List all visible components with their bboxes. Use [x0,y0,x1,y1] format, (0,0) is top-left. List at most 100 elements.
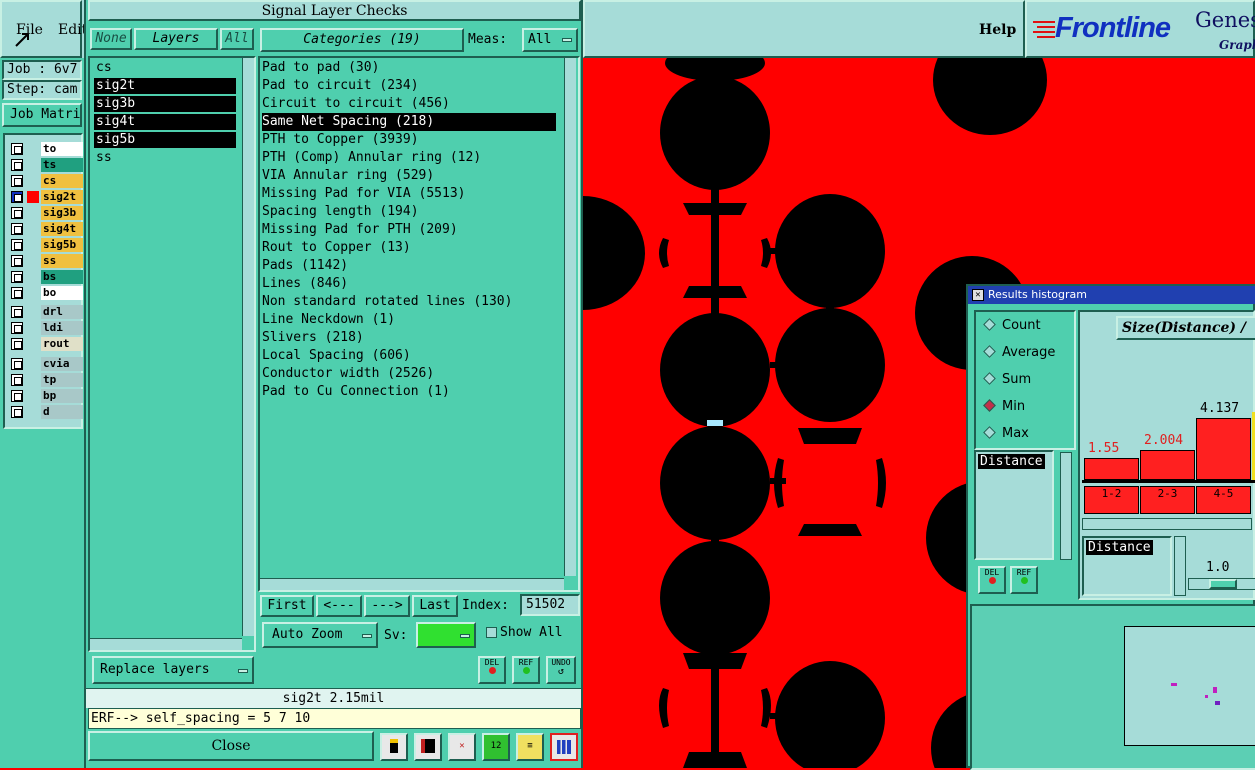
layer-row-bo[interactable]: bo [7,286,83,300]
layer-visibility-checkbox[interactable] [11,143,23,155]
index-input[interactable]: 51502 [520,594,580,616]
layer-row-ts[interactable]: ts [7,158,83,172]
layer-list-item[interactable]: cs [94,60,236,76]
layer-visibility-checkbox[interactable] [11,358,23,370]
category-item[interactable]: Rout to Copper (13) [262,239,411,257]
none-button[interactable]: None [90,28,132,50]
first-button[interactable]: First [260,595,314,617]
prev-button[interactable]: <--- [316,595,362,617]
auto-zoom-dropdown[interactable]: Auto Zoom [262,622,378,648]
mode-radio-average[interactable]: Average [982,345,1055,361]
meas-dropdown[interactable]: All [522,28,578,52]
category-item[interactable]: Conductor width (2526) [262,365,434,383]
category-item[interactable]: Missing Pad for PTH (209) [262,221,458,239]
distance-list[interactable]: Distance [974,450,1054,560]
layer-visibility-checkbox[interactable] [11,159,23,171]
categories-vscroll[interactable] [564,58,576,576]
histogram-bar[interactable] [1196,418,1251,480]
category-item[interactable]: Same Net Spacing (218) [262,113,556,131]
layer-visibility-checkbox[interactable] [11,338,23,350]
window-menu-icon[interactable]: ✕ [972,289,984,301]
histogram-hscroll[interactable] [1082,518,1252,530]
error-marker[interactable] [707,420,723,426]
category-item[interactable]: Pad to pad (30) [262,59,379,77]
category-item[interactable]: Non standard rotated lines (130) [262,293,512,311]
category-item[interactable]: Line Neckdown (1) [262,311,395,329]
bin-slider-thumb[interactable] [1209,579,1237,589]
category-item[interactable]: Pad to circuit (234) [262,77,419,95]
layer-list-item[interactable]: sig3b [94,96,236,112]
layer-row-rout[interactable]: rout [7,337,83,351]
category-item[interactable]: PTH (Comp) Annular ring (12) [262,149,481,167]
layer-list-item[interactable]: sig2t [94,78,236,94]
help-menu[interactable]: Help [979,22,1016,38]
layer-row-sig5b[interactable]: sig5b [7,238,83,252]
histogram-bar[interactable] [1140,450,1195,480]
category-item[interactable]: Lines (846) [262,275,348,293]
layer-visibility-checkbox[interactable] [11,306,23,318]
category-item[interactable]: Slivers (218) [262,329,364,347]
next-button[interactable]: ---> [364,595,410,617]
histogram-bar[interactable] [1084,458,1139,480]
distance-vscroll[interactable] [1060,452,1072,560]
layer-visibility-checkbox[interactable] [11,223,23,235]
layer-visibility-checkbox[interactable] [11,239,23,251]
job-matrix-button[interactable]: Job Matri [2,103,82,127]
layer-row-ldi[interactable]: ldi [7,321,83,335]
layer-row-bs[interactable]: bs [7,270,83,284]
category-item[interactable]: Spacing length (194) [262,203,419,221]
layer-visibility-checkbox[interactable] [11,175,23,187]
layer-row-cvia[interactable]: cvia [7,357,83,371]
layer-row-ss[interactable]: ss [7,254,83,268]
layer-list-item[interactable]: sig5b [94,132,236,148]
layer-visibility-checkbox[interactable] [11,406,23,418]
edit-menu[interactable]: Edit [58,22,87,38]
layer-row-d[interactable]: d [7,405,83,419]
layer-row-sig4t[interactable]: sig4t [7,222,83,236]
layers-header[interactable]: Layers [134,28,218,50]
tool-icon-4[interactable]: 12 [482,733,510,761]
category-item[interactable]: VIA Annular ring (529) [262,167,434,185]
ref-button[interactable]: REF [512,656,540,684]
layer-visibility-checkbox[interactable] [11,287,23,299]
layer-visibility-checkbox[interactable] [11,271,23,283]
last-button[interactable]: Last [412,595,458,617]
tool-icon-2[interactable] [414,733,442,761]
categories-header[interactable]: Categories (19) [260,28,464,52]
replace-layers-dropdown[interactable]: Replace layers [92,656,254,684]
category-item[interactable]: Circuit to circuit (456) [262,95,450,113]
hist-del-button[interactable]: DEL [978,566,1006,594]
mode-radio-min[interactable]: Min [982,399,1025,415]
del-button[interactable]: DEL [478,656,506,684]
mode-radio-count[interactable]: Count [982,318,1041,334]
field-header[interactable]: Size(Distance) / [1116,316,1255,340]
overview-map[interactable] [1124,626,1255,746]
all-button[interactable]: All [220,28,254,50]
tool-icon-1[interactable] [380,733,408,761]
layers-hscroll[interactable] [90,638,242,650]
distance-field-vscroll[interactable] [1174,536,1186,596]
layer-visibility-checkbox[interactable] [11,191,23,203]
layer-list-item[interactable]: sig4t [94,114,236,130]
category-item[interactable]: PTH to Copper (3939) [262,131,419,149]
layer-row-cs[interactable]: cs [7,174,83,188]
histogram-icon[interactable] [550,733,578,761]
report-icon[interactable]: ≡ [516,733,544,761]
mode-radio-max[interactable]: Max [982,426,1029,442]
layer-row-bp[interactable]: bp [7,389,83,403]
layer-visibility-checkbox[interactable] [11,207,23,219]
layers-vscroll[interactable] [242,58,254,636]
layer-visibility-checkbox[interactable] [11,322,23,334]
layer-visibility-checkbox[interactable] [11,374,23,386]
category-item[interactable]: Missing Pad for VIA (5513) [262,185,466,203]
layer-row-to[interactable]: to [7,142,83,156]
layer-row-sig2t[interactable]: sig2t [7,190,83,204]
layer-visibility-checkbox[interactable] [11,255,23,267]
hist-ref-button[interactable]: REF [1010,566,1038,594]
layers-listbox[interactable]: cs sig2t sig3b sig4t sig5b ss [88,56,256,652]
bin-slider[interactable] [1188,578,1255,590]
layer-list-item[interactable]: ss [94,150,236,166]
undo-button[interactable]: UNDO ↺ [546,656,576,684]
show-all-checkbox[interactable] [486,627,497,638]
layer-row-drl[interactable]: drl [7,305,83,319]
